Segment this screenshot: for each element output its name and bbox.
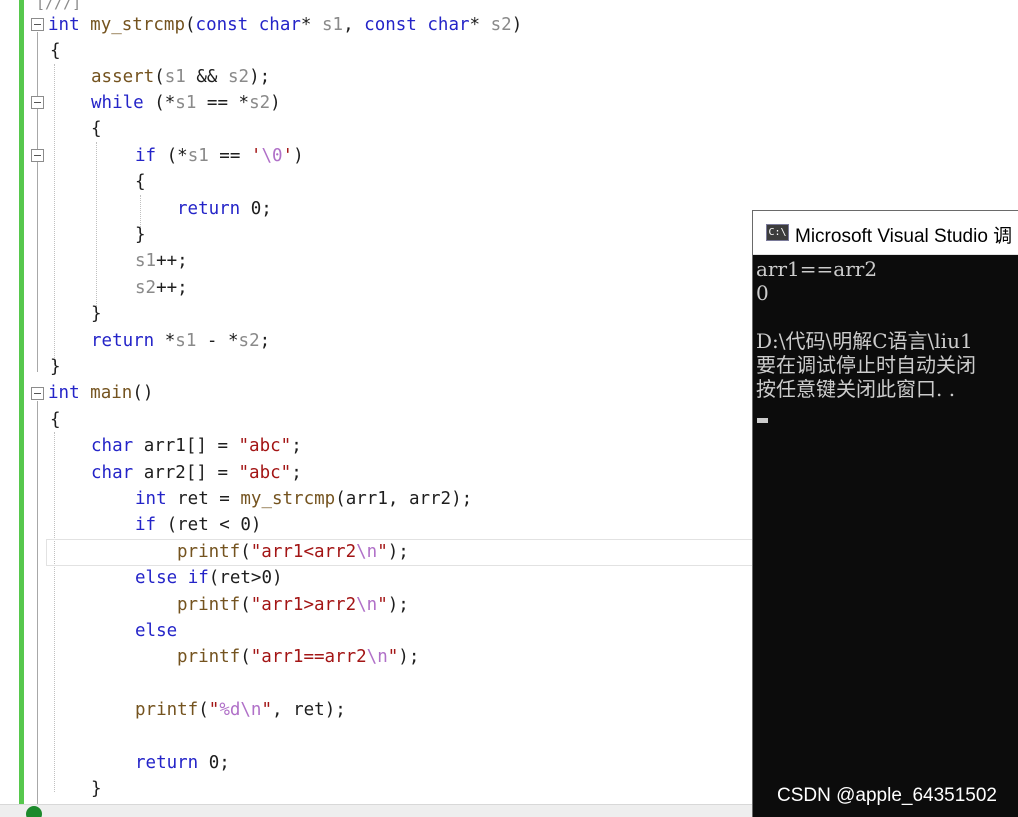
collapse-icon[interactable]	[31, 18, 44, 31]
console-output-line: 按任意键关闭此窗口. .	[756, 377, 956, 401]
console-output-line: arr1==arr2	[756, 257, 878, 281]
code-line[interactable]: char arr1[] = "abc";	[91, 433, 302, 459]
collapse-icon[interactable]	[31, 149, 44, 162]
code-line[interactable]: else if(ret>0)	[135, 565, 283, 591]
check-circle-icon	[26, 806, 42, 817]
code-line[interactable]: }	[135, 222, 146, 248]
code-line[interactable]: printf("%d\n", ret);	[135, 697, 346, 723]
change-tracking-bar	[19, 0, 24, 804]
code-line[interactable]: while (*s1 == *s2)	[91, 90, 281, 116]
code-line[interactable]: int ret = my_strcmp(arr1, arr2);	[135, 486, 472, 512]
code-line[interactable]: {	[91, 116, 102, 142]
indent-guide	[54, 432, 55, 792]
code-line[interactable]: int main()	[48, 380, 153, 406]
console-window[interactable]: C:\ Microsoft Visual Studio 调 arr1==arr2…	[752, 210, 1018, 817]
code-line[interactable]: int my_strcmp(const char* s1, const char…	[48, 12, 522, 38]
code-line[interactable]: }	[91, 301, 102, 327]
code-line[interactable]: }	[91, 776, 102, 802]
collapse-icon[interactable]	[31, 96, 44, 109]
console-app-icon: C:\	[766, 224, 789, 241]
code-line[interactable]: assert(s1 && s2);	[91, 64, 270, 90]
code-line[interactable]: if (*s1 == '\0')	[135, 143, 304, 169]
collapse-icon[interactable]	[31, 387, 44, 400]
code-line[interactable]: printf("arr1>arr2\n");	[177, 592, 409, 618]
indent-guide	[54, 64, 55, 364]
console-window-title: Microsoft Visual Studio 调	[795, 226, 1013, 247]
console-cursor	[757, 418, 768, 423]
code-line[interactable]: return *s1 - *s2;	[91, 328, 270, 354]
code-line[interactable]: else	[135, 618, 177, 644]
code-line[interactable]: char arr2[] = "abc";	[91, 460, 302, 486]
fold-guide	[37, 401, 38, 804]
watermark-text: CSDN @apple_64351502	[777, 785, 997, 806]
indent-guide	[96, 142, 97, 310]
console-output-line: 0	[756, 281, 769, 305]
code-line[interactable]: {	[135, 169, 146, 195]
console-output-line: 要在调试停止时自动关闭	[756, 353, 976, 377]
editor-gutter	[0, 0, 48, 804]
code-line[interactable]: s1++;	[135, 248, 188, 274]
console-output-line: D:\代码\明解C语言\liu1	[756, 329, 973, 353]
code-line[interactable]: {	[50, 38, 61, 64]
code-line[interactable]: s2++;	[135, 275, 188, 301]
code-line[interactable]: {	[50, 407, 61, 433]
fold-guide	[37, 32, 38, 372]
code-line[interactable]: return 0;	[135, 750, 230, 776]
code-line[interactable]: printf("arr1==arr2\n");	[177, 644, 419, 670]
code-line[interactable]: }	[50, 354, 61, 380]
editor-status-strip	[0, 804, 760, 817]
console-title-bar[interactable]: C:\ Microsoft Visual Studio 调	[753, 211, 1018, 255]
code-line[interactable]: printf("arr1<arr2\n");	[177, 539, 409, 565]
code-line[interactable]: return 0;	[177, 196, 272, 222]
code-line[interactable]: if (ret < 0)	[135, 512, 261, 538]
